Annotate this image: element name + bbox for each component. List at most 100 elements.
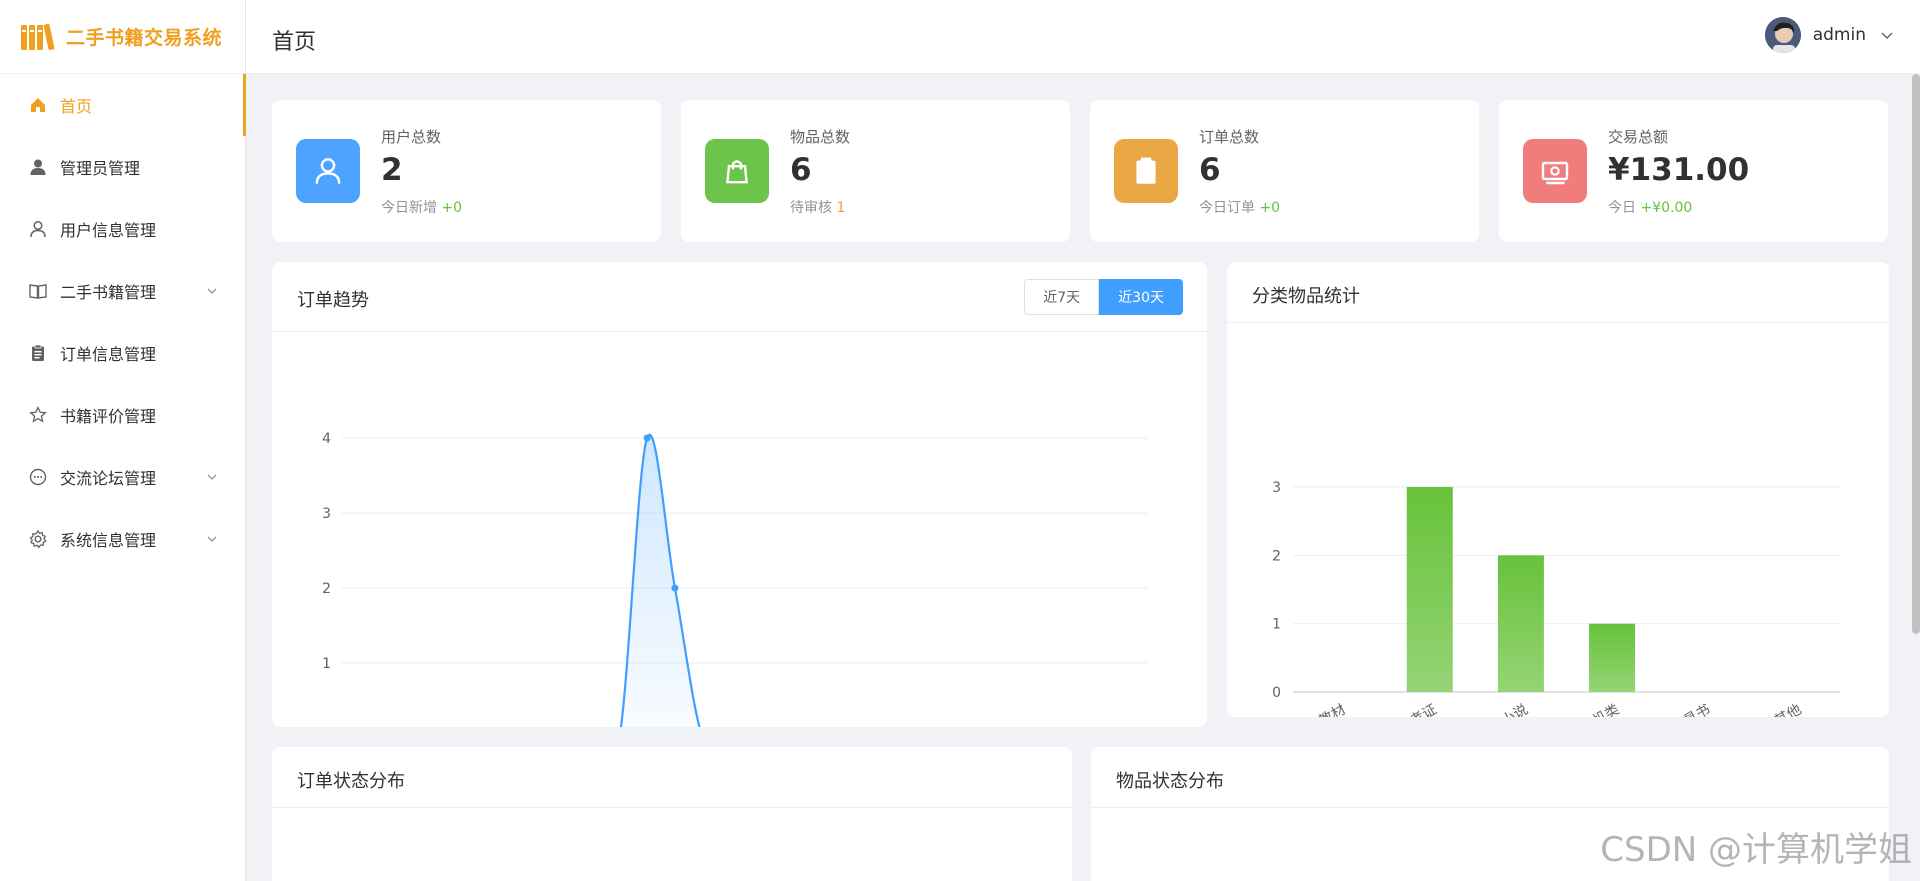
shopping-bag-icon: [705, 139, 769, 203]
stat-sub: 今日订单 +0: [1199, 197, 1280, 217]
stat-sub-value: +0: [441, 200, 463, 216]
sidebar-item-0[interactable]: 首页: [0, 74, 246, 136]
sidebar-item-label: 系统信息管理: [60, 531, 157, 550]
sidebar: 二手书籍交易系统 首页 管理员管理 用户信息管理 二手书籍管理 订单信息管理 书…: [0, 0, 246, 881]
bar[interactable]: [1497, 555, 1544, 692]
stat-card: 物品总数 6 待审核 1: [681, 100, 1070, 242]
bar[interactable]: [1589, 623, 1636, 692]
sidebar-item-6[interactable]: 交流论坛管理: [0, 446, 245, 508]
chevron-down-icon[interactable]: [205, 470, 219, 484]
x-tick-label: 专业教材: [1292, 702, 1348, 717]
stat-value: 2: [381, 152, 403, 188]
sidebar-item-7[interactable]: 系统信息管理: [0, 508, 245, 570]
stat-label: 订单总数: [1199, 128, 1260, 146]
stat-sub-label: 今日新增: [381, 200, 437, 216]
x-tick-label: 工具书: [1669, 702, 1713, 717]
x-tick-label: 文学小说: [1474, 702, 1530, 717]
clipboard-icon: [28, 343, 48, 363]
x-tick-label: 其他: [1772, 702, 1804, 717]
sidebar-item-label: 交流论坛管理: [60, 469, 157, 488]
tab-range-0[interactable]: 近7天: [1024, 279, 1100, 315]
y-tick-label: 1: [1272, 617, 1281, 633]
category-bar-chart: 0 1 2 3 专业教材 考研考证 文学小说 计算机类 工具书 其他: [1272, 480, 1840, 743]
category-stats-title: 分类物品统计: [1252, 286, 1360, 307]
order-trend-panel: 订单趋势 近7天近30天 0123402-2102-2302-2502-2703…: [272, 262, 1207, 764]
y-tick-label: 4: [322, 431, 331, 447]
sidebar-item-label: 用户信息管理: [60, 221, 157, 240]
y-tick-label: 0: [1272, 685, 1281, 701]
page-title: 首页: [272, 30, 317, 55]
stat-sub-value: 1: [836, 200, 846, 216]
tab-range-1[interactable]: 近30天: [1099, 279, 1183, 315]
x-tick-label: 考研考证: [1383, 702, 1439, 717]
user-icon: [28, 219, 48, 239]
stat-value: 6: [1199, 152, 1221, 188]
stat-label: 交易总额: [1608, 128, 1669, 146]
stat-label: 用户总数: [381, 128, 442, 146]
chat-icon: [28, 467, 48, 487]
watermark: CSDN @计算机学姐: [1600, 830, 1912, 870]
sidebar-item-4[interactable]: 订单信息管理: [0, 322, 245, 384]
stat-card: 交易总额 ¥131.00 今日 +¥0.00: [1499, 100, 1888, 242]
y-tick-label: 2: [1272, 548, 1281, 564]
sidebar-item-label: 首页: [60, 97, 93, 116]
order-trend-title: 订单趋势: [297, 290, 369, 311]
y-tick-label: 3: [322, 506, 331, 522]
stat-card: 用户总数 2 今日新增 +0: [272, 100, 661, 242]
y-tick-label: 3: [1272, 480, 1281, 496]
clipboard-icon: [1114, 139, 1178, 203]
app-logo[interactable]: 二手书籍交易系统: [0, 0, 245, 74]
stat-label: 物品总数: [790, 128, 851, 146]
chevron-down-icon[interactable]: [205, 532, 219, 546]
money-icon: [1523, 139, 1587, 203]
stat-sub: 今日 +¥0.00: [1608, 197, 1692, 217]
stat-sub-label: 今日订单: [1199, 200, 1255, 216]
trend-range-tabs: 近7天 近30天: [1024, 279, 1183, 315]
data-point[interactable]: [643, 434, 651, 442]
chevron-down-icon[interactable]: [205, 284, 219, 298]
sidebar-item-1[interactable]: 管理员管理: [0, 136, 245, 198]
stat-value: 6: [790, 152, 812, 188]
order-status-title: 订单状态分布: [297, 771, 405, 792]
star-icon: [28, 405, 48, 425]
stat-sub-value: +0: [1259, 200, 1281, 216]
bar[interactable]: [1406, 487, 1453, 692]
sidebar-item-3[interactable]: 二手书籍管理: [0, 260, 245, 322]
home-icon: [28, 95, 48, 115]
user-menu[interactable]: admin: [1764, 17, 1894, 53]
books-icon: [21, 23, 55, 50]
top-header: 首页 admin: [246, 0, 1920, 74]
order-status-panel: 订单状态分布: [272, 747, 1072, 881]
sidebar-menu: 首页 管理员管理 用户信息管理 二手书籍管理 订单信息管理 书籍评价管理 交流论…: [0, 74, 246, 570]
book-icon: [28, 281, 48, 301]
stat-value: ¥131.00: [1608, 152, 1750, 188]
avatar-image: [1764, 17, 1801, 53]
user-icon: [296, 139, 360, 203]
item-status-title: 物品状态分布: [1116, 771, 1224, 792]
data-point[interactable]: [671, 584, 679, 592]
order-trend-chart: 0123402-2102-2302-2502-2703-0103-0303-05…: [321, 431, 1152, 764]
stat-sub-value: +¥0.00: [1640, 200, 1693, 216]
sidebar-item-label: 订单信息管理: [60, 345, 157, 364]
stat-sub: 待审核 1: [790, 197, 845, 217]
gear-icon: [28, 529, 48, 549]
x-tick-label: 计算机类: [1566, 702, 1622, 717]
avatar[interactable]: [1764, 17, 1801, 53]
chevron-down-icon[interactable]: [1880, 28, 1894, 42]
y-tick-label: 2: [322, 581, 331, 597]
series-line: [341, 433, 1148, 740]
stat-sub-label: 待审核: [790, 200, 832, 216]
category-stats-panel: 分类物品统计 0 1 2 3 专业教材 考研考证 文学小说 计算机类 工具书 其他: [1227, 262, 1889, 743]
username: admin: [1812, 25, 1866, 45]
y-tick-label: 1: [322, 656, 331, 672]
series-area: [341, 434, 1148, 738]
sidebar-item-label: 管理员管理: [60, 159, 141, 178]
sidebar-item-2[interactable]: 用户信息管理: [0, 198, 245, 260]
page-scrollbar[interactable]: [1912, 74, 1920, 634]
user-filled-icon: [28, 157, 48, 177]
app-title: 二手书籍交易系统: [66, 27, 223, 49]
sidebar-item-label: 二手书籍管理: [60, 283, 157, 302]
stat-sub-label: 今日: [1608, 200, 1636, 216]
stat-sub: 今日新增 +0: [381, 197, 462, 217]
sidebar-item-5[interactable]: 书籍评价管理: [0, 384, 245, 446]
